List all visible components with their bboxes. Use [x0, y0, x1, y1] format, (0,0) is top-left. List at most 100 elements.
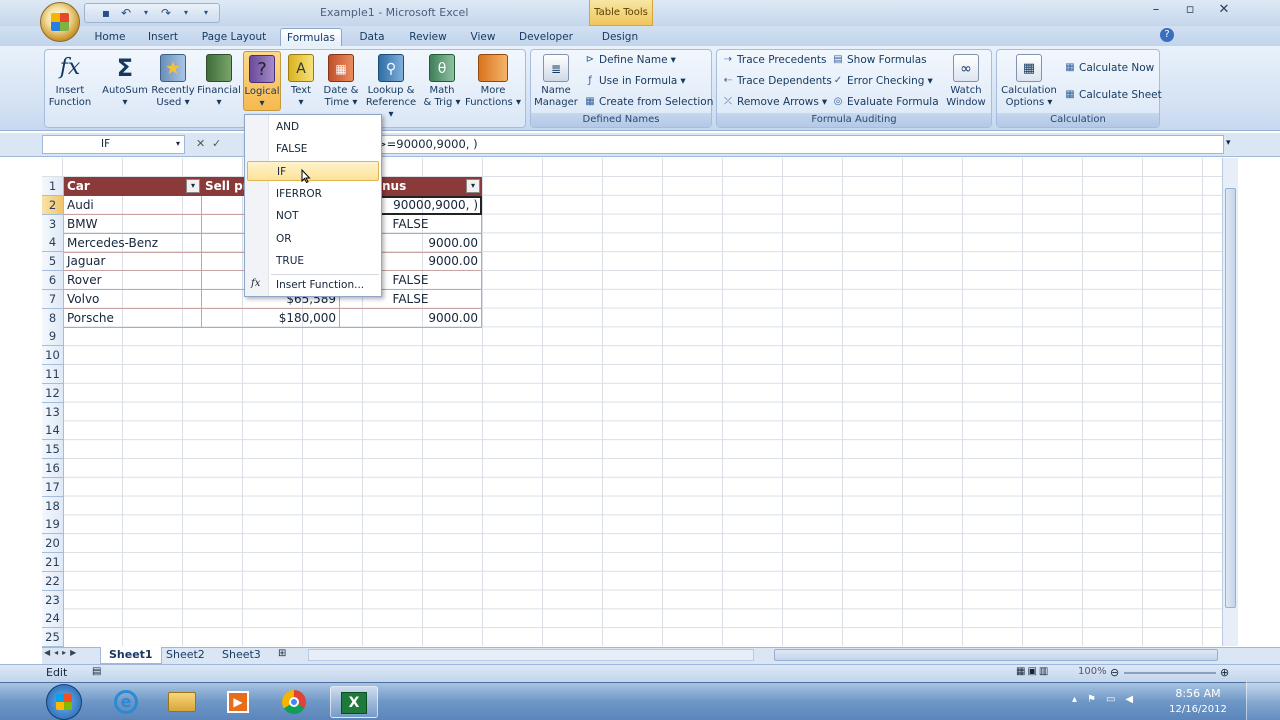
row-header[interactable]: 22	[42, 571, 64, 591]
trace-precedents-button[interactable]: ⇢ Trace Precedents	[722, 54, 827, 66]
cell-car[interactable]: Volvo	[64, 290, 202, 309]
name-box-dropdown-icon[interactable]: ▾	[176, 139, 180, 148]
taskbar-ie[interactable]: e	[102, 686, 150, 718]
define-name-button[interactable]: ⊳ Define Name ▾	[584, 54, 676, 66]
zoom-out-icon[interactable]: ⊖	[1110, 666, 1119, 679]
row-header[interactable]: 1	[42, 177, 64, 196]
logical-button[interactable]: ? Logical ▾	[243, 51, 281, 111]
horizontal-scrollbar[interactable]	[774, 649, 1218, 661]
zoom-slider[interactable]	[1124, 672, 1216, 674]
menu-item-true[interactable]: TRUE	[247, 251, 379, 271]
cell-car[interactable]: Rover	[64, 271, 202, 291]
row-header[interactable]: 10	[42, 346, 64, 366]
row-header[interactable]: 12	[42, 383, 64, 403]
menu-item-not[interactable]: NOT	[247, 206, 379, 226]
row-header[interactable]: 18	[42, 496, 64, 516]
close-icon[interactable]: ✕	[1210, 2, 1238, 20]
cell-bonus[interactable]: 9000.00	[340, 308, 482, 328]
name-box[interactable]: IF	[42, 135, 185, 154]
row-header[interactable]: 21	[42, 553, 64, 572]
minimize-icon[interactable]: –	[1142, 2, 1170, 20]
filter-dropdown-icon[interactable]: ▾	[466, 179, 480, 193]
error-checking-button[interactable]: ✓ Error Checking ▾	[832, 75, 933, 87]
row-header[interactable]: 20	[42, 534, 64, 554]
cell-car[interactable]: Porsche	[64, 308, 202, 328]
zoom-in-icon[interactable]: ⊕	[1220, 666, 1229, 679]
remove-arrows-button[interactable]: ⤫ Remove Arrows ▾	[722, 96, 827, 108]
lookup-reference-button[interactable]: ⚲ Lookup & Reference ▾	[362, 54, 420, 121]
macro-record-icon[interactable]: ▤	[92, 666, 101, 677]
row-header[interactable]: 7	[42, 289, 64, 309]
tab-home[interactable]: Home	[88, 28, 132, 46]
sheet-tab[interactable]: Sheet3	[214, 647, 269, 664]
vertical-scrollbar[interactable]	[1222, 158, 1238, 646]
row-header[interactable]: 13	[42, 402, 64, 422]
show-desktop-button[interactable]	[1246, 682, 1280, 720]
trace-dependents-button[interactable]: ⇠ Trace Dependents	[722, 75, 832, 87]
table-header-car[interactable]: Car	[64, 177, 202, 196]
customize-qat-icon[interactable]: ▾	[199, 6, 213, 20]
row-header[interactable]: 6	[42, 271, 64, 290]
help-icon[interactable]: ?	[1160, 28, 1174, 42]
row-header[interactable]: 3	[42, 214, 64, 234]
row-header[interactable]: 16	[42, 459, 64, 478]
calculation-options-button[interactable]: ▦ Calculation Options ▾	[998, 54, 1060, 109]
row-header[interactable]: 9	[42, 327, 64, 347]
tab-page-layout[interactable]: Page Layout	[198, 28, 270, 46]
expand-formula-bar-icon[interactable]: ▾	[1226, 138, 1231, 148]
row-header[interactable]: 5	[42, 252, 64, 272]
office-button[interactable]	[40, 2, 80, 42]
enter-entry-icon[interactable]: ✓	[212, 137, 221, 150]
row-header[interactable]: 14	[42, 421, 64, 441]
menu-item-or[interactable]: OR	[247, 229, 379, 249]
zoom-level[interactable]: 100%	[1078, 666, 1107, 677]
menu-item-and[interactable]: AND	[247, 117, 379, 137]
view-buttons-icon[interactable]: ▦▣▥	[1016, 666, 1050, 677]
row-header[interactable]: 25	[42, 628, 64, 648]
math-trig-button[interactable]: θ Math & Trig ▾	[420, 54, 464, 109]
row-header[interactable]: 24	[42, 609, 64, 629]
cell-car[interactable]: BMW	[64, 214, 202, 234]
tab-data[interactable]: Data	[352, 28, 392, 46]
cell-car[interactable]: Audi	[64, 196, 202, 215]
taskbar-explorer[interactable]	[158, 686, 206, 718]
calculate-now-button[interactable]: ▦ Calculate Now	[1064, 62, 1154, 74]
menu-item-false[interactable]: FALSE	[247, 139, 379, 159]
restore-icon[interactable]: ▫	[1176, 2, 1204, 20]
row-header[interactable]: 23	[42, 590, 64, 610]
tab-view[interactable]: View	[464, 28, 502, 46]
tab-review[interactable]: Review	[404, 28, 452, 46]
taskbar-chrome[interactable]	[270, 686, 318, 718]
menu-item-if[interactable]: IF	[247, 161, 379, 181]
sheet-tab[interactable]: Sheet2	[158, 647, 213, 664]
cancel-entry-icon[interactable]: ✕	[196, 137, 205, 150]
tray-icons[interactable]: ▴⚑▭◀	[1072, 694, 1143, 705]
formula-input[interactable]: Row],[Sell price real]]>=90000,9000, )	[248, 135, 1224, 154]
financial-button[interactable]: Financial ▾	[196, 54, 242, 109]
row-header[interactable]: 8	[42, 308, 64, 328]
row-header[interactable]: 15	[42, 440, 64, 460]
horizontal-scrollbar-left[interactable]	[308, 649, 754, 661]
create-from-selection-button[interactable]: ▦ Create from Selection	[584, 96, 713, 108]
name-manager-button[interactable]: ≣ Name Manager	[532, 54, 580, 109]
use-in-formula-button[interactable]: ƒ Use in Formula ▾	[584, 75, 685, 87]
clock-time[interactable]: 8:56 AM	[1166, 687, 1230, 700]
save-icon[interactable]: ▪	[99, 6, 113, 20]
evaluate-formula-button[interactable]: ◎ Evaluate Formula	[832, 96, 939, 108]
cell-sell-price[interactable]: $180,000	[202, 308, 340, 328]
taskbar-media-player[interactable]: ▶	[214, 686, 262, 718]
tab-developer[interactable]: Developer	[514, 28, 578, 46]
more-functions-button[interactable]: More Functions ▾	[464, 54, 522, 109]
table-header-sell-price[interactable]: Sell pri	[202, 177, 246, 196]
undo-icon[interactable]: ↶	[119, 6, 133, 20]
insert-sheet-icon[interactable]: ⊞	[278, 648, 286, 659]
watch-window-button[interactable]: ∞ Watch Window	[942, 54, 990, 109]
show-formulas-button[interactable]: ▤ Show Formulas	[832, 54, 926, 66]
row-header[interactable]: 4	[42, 233, 64, 253]
cell-car[interactable]: Jaguar	[64, 252, 202, 272]
clock-date[interactable]: 12/16/2012	[1166, 704, 1230, 715]
insert-function-button[interactable]: fx Insert Function	[46, 54, 94, 109]
text-button[interactable]: A Text ▾	[286, 54, 316, 109]
redo-dropdown-icon[interactable]: ▾	[179, 6, 193, 20]
filter-dropdown-icon[interactable]: ▾	[186, 179, 200, 193]
